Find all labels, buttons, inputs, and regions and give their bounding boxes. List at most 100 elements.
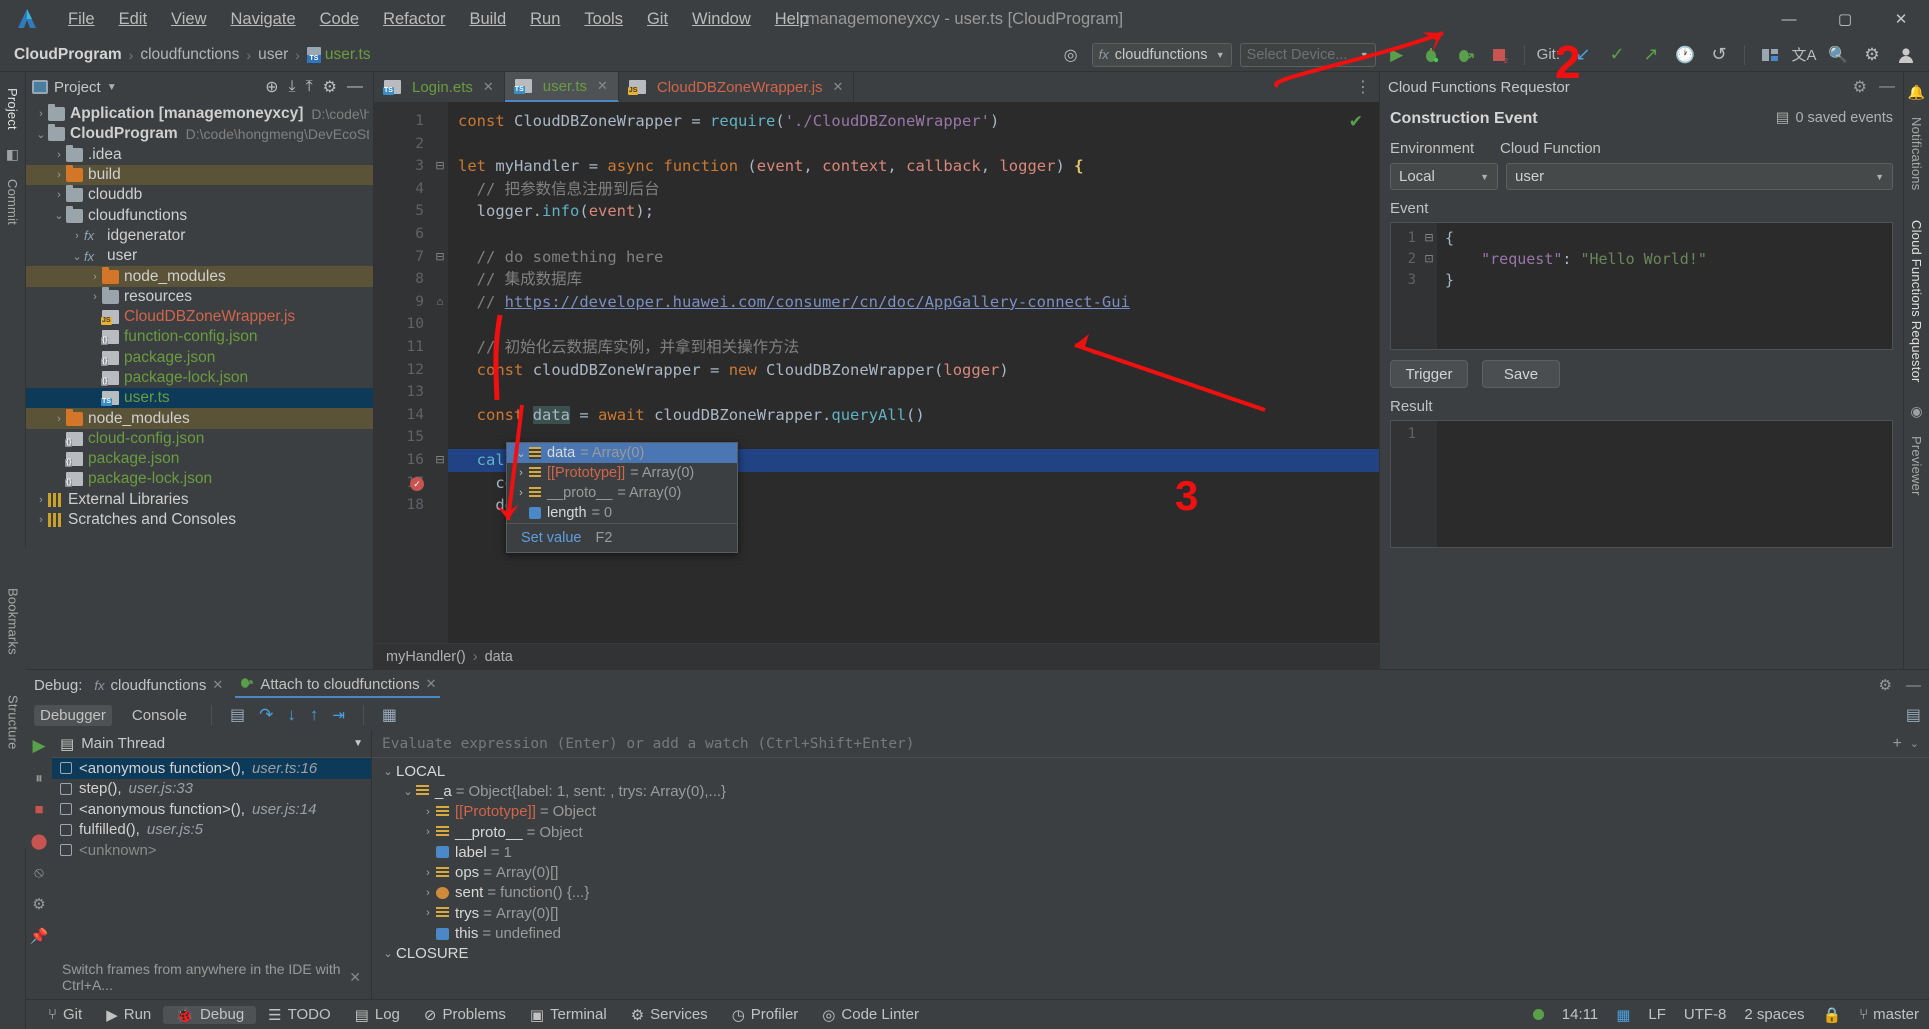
stack-frame[interactable]: step(), user.js:33 bbox=[52, 779, 371, 800]
tree-item[interactable]: ⌄ CloudProgram D:\code\hongmeng\DevEcoStud… bbox=[26, 124, 373, 144]
status-bar-item[interactable]: ⊘ Problems bbox=[412, 1006, 518, 1024]
event-code-line[interactable]: } bbox=[1445, 270, 1892, 291]
settings-icon[interactable]: ⚙ bbox=[1859, 42, 1885, 68]
breadcrumb-file[interactable]: user.ts bbox=[325, 46, 371, 64]
debug-button[interactable] bbox=[1418, 42, 1444, 68]
tree-item[interactable]: › fx idgenerator bbox=[26, 226, 373, 246]
frames-view-icon[interactable]: ▤ bbox=[230, 705, 245, 725]
lock-icon[interactable]: 🔒 bbox=[1822, 1006, 1841, 1024]
debug-value-popup[interactable]: ⌄ data = Array(0) › [[Prototype]] = Array(0) ›… bbox=[506, 442, 738, 553]
git-push-icon[interactable]: ↗ bbox=[1638, 42, 1664, 68]
tree-item[interactable]: ›{}package-lock.json bbox=[26, 368, 373, 388]
requestor-settings-icon[interactable]: ⚙ bbox=[1853, 77, 1867, 97]
step-into-icon[interactable]: ↓ bbox=[287, 705, 296, 725]
code-content[interactable]: const CloudDBZoneWrapper = require('./Cl… bbox=[448, 102, 1379, 669]
debug-attach-tab[interactable]: Attach to cloudfunctions ✕ bbox=[235, 673, 441, 698]
environment-select[interactable]: Local ▼ bbox=[1390, 163, 1498, 190]
rail-item-structure[interactable]: Structure bbox=[6, 665, 21, 760]
locate-file-icon[interactable]: ⊕ bbox=[265, 77, 278, 97]
rail-item-notifications[interactable]: Notifications bbox=[1909, 107, 1924, 200]
variable-row[interactable]: label = 1 bbox=[372, 842, 1929, 862]
status-bar-item[interactable]: ☰ TODO bbox=[256, 1006, 343, 1024]
rail-item-project[interactable]: Project bbox=[5, 78, 20, 140]
call-stack-list[interactable]: <anonymous function>(), user.ts:16 step(),… bbox=[52, 758, 371, 955]
view-breakpoints-icon[interactable]: ⬤ bbox=[31, 832, 48, 850]
tree-item[interactable]: › resources bbox=[26, 286, 373, 307]
menu-code[interactable]: Code bbox=[308, 6, 371, 33]
tree-item[interactable]: › node_modules bbox=[26, 266, 373, 287]
run-configuration-selector[interactable]: fx cloudfunctions ▼ bbox=[1091, 42, 1232, 67]
stack-frame[interactable]: fulfilled(), user.js:5 bbox=[52, 820, 371, 841]
event-fold-marker[interactable]: ⊟ bbox=[1421, 228, 1437, 249]
code-line[interactable] bbox=[458, 133, 1379, 156]
code-line[interactable]: logger.info(event); bbox=[458, 200, 1379, 223]
rail-item-commit[interactable]: Commit bbox=[5, 169, 20, 235]
code-line[interactable]: const data = await cloudDBZoneWrapper.qu… bbox=[458, 404, 1379, 427]
save-button[interactable]: Save bbox=[1482, 360, 1560, 388]
close-icon[interactable]: ✕ bbox=[597, 78, 608, 94]
debug-console-icon[interactable]: ▤ bbox=[1906, 705, 1921, 725]
line-separator[interactable]: LF bbox=[1648, 1006, 1666, 1023]
menu-refactor[interactable]: Refactor bbox=[371, 6, 457, 33]
account-avatar-icon[interactable] bbox=[1893, 42, 1919, 68]
tree-item[interactable]: › .idea bbox=[26, 144, 373, 165]
pause-program-icon[interactable]: ⏸ bbox=[35, 770, 43, 787]
menu-run[interactable]: Run bbox=[518, 6, 572, 33]
git-commit-icon[interactable]: ✓ bbox=[1604, 42, 1630, 68]
tree-expand-arrow[interactable]: › bbox=[52, 413, 66, 425]
fold-marker[interactable] bbox=[432, 359, 448, 382]
code-folding-gutter[interactable]: ⊟ ⊟ ⌂ ⊟ bbox=[432, 102, 448, 669]
stack-frame[interactable]: <anonymous function>(), user.js:14 bbox=[52, 799, 371, 820]
cloud-function-select[interactable]: user ▼ bbox=[1506, 163, 1893, 190]
breadcrumb-sub[interactable]: user bbox=[258, 46, 288, 64]
tree-item[interactable]: ›{}cloud-config.json bbox=[26, 429, 373, 449]
project-tree[interactable]: › Application [managemoneyxcy] D:\code\hon… bbox=[26, 102, 373, 669]
layout-icon[interactable] bbox=[1757, 42, 1783, 68]
evaluate-bar[interactable]: Evaluate expression (Enter) or add a wat… bbox=[372, 730, 1929, 758]
settings-target-icon[interactable]: ◎ bbox=[1058, 42, 1084, 68]
notifications-icon[interactable]: 🔔 bbox=[1908, 84, 1925, 101]
breadcrumb-variable[interactable]: data bbox=[485, 649, 513, 665]
expand-arrow[interactable]: › bbox=[420, 887, 436, 899]
fold-marker[interactable] bbox=[432, 472, 448, 495]
popup-variable-row[interactable]: › [[Prototype]] = Array(0) bbox=[507, 463, 737, 483]
tree-expand-arrow[interactable]: ⌄ bbox=[34, 128, 48, 141]
indent-setting[interactable]: 2 spaces bbox=[1744, 1006, 1804, 1023]
tree-item[interactable]: › External Libraries bbox=[26, 490, 373, 510]
attach-debugger-button[interactable] bbox=[1452, 42, 1478, 68]
expand-arrow[interactable]: › bbox=[420, 867, 436, 879]
debug-settings-icon[interactable]: ⚙ bbox=[1879, 676, 1892, 694]
fold-marker[interactable]: ⊟ bbox=[432, 449, 448, 472]
panel-settings-icon[interactable]: ⚙ bbox=[323, 77, 337, 97]
minimize-button[interactable]: — bbox=[1761, 0, 1817, 38]
settings-icon[interactable]: ⚙ bbox=[32, 895, 45, 913]
rail-item-previewer[interactable]: Previewer bbox=[1909, 426, 1924, 506]
tree-item[interactable]: › Scratches and Consoles bbox=[26, 510, 373, 530]
event-fold-marker[interactable]: ⊡ bbox=[1421, 249, 1437, 270]
tab-console[interactable]: Console bbox=[126, 705, 193, 726]
fold-marker[interactable] bbox=[432, 381, 448, 404]
status-bar-item[interactable]: ▣ Terminal bbox=[518, 1006, 619, 1024]
fold-marker[interactable] bbox=[432, 494, 448, 517]
rail-item-cloud-functions-requestor[interactable]: Cloud Functions Requestor bbox=[1909, 210, 1924, 393]
menu-edit[interactable]: Edit bbox=[107, 6, 159, 33]
collapse-all-icon[interactable]: ⤒ bbox=[306, 78, 313, 96]
tab-debugger[interactable]: Debugger bbox=[34, 704, 112, 726]
expand-arrow[interactable]: › bbox=[513, 487, 529, 499]
popup-variable-row[interactable]: length = 0 bbox=[507, 503, 737, 523]
chevron-down-icon[interactable]: ⌄ bbox=[1910, 737, 1919, 750]
tree-expand-arrow[interactable]: ⌄ bbox=[52, 209, 66, 222]
code-line[interactable] bbox=[458, 223, 1379, 246]
event-editor[interactable]: 1 2 3 ⊟ ⊡ { "request": "Hello World!"} bbox=[1390, 222, 1893, 350]
requestor-hide-icon[interactable]: — bbox=[1879, 78, 1895, 96]
menu-navigate[interactable]: Navigate bbox=[219, 6, 308, 33]
fold-marker[interactable]: ⊟ bbox=[432, 155, 448, 178]
code-line[interactable]: let myHandler = async function (event, c… bbox=[458, 155, 1379, 178]
encoding[interactable]: UTF-8 bbox=[1684, 1006, 1727, 1023]
close-button[interactable]: ✕ bbox=[1873, 0, 1929, 38]
tree-item[interactable]: ›JSCloudDBZoneWrapper.js bbox=[26, 307, 373, 327]
stack-frame[interactable]: <anonymous function>(), user.ts:16 bbox=[52, 758, 371, 779]
close-icon[interactable]: ✕ bbox=[833, 79, 844, 95]
git-rollback-icon[interactable]: ↺ bbox=[1706, 42, 1732, 68]
menu-view[interactable]: View bbox=[159, 6, 218, 33]
